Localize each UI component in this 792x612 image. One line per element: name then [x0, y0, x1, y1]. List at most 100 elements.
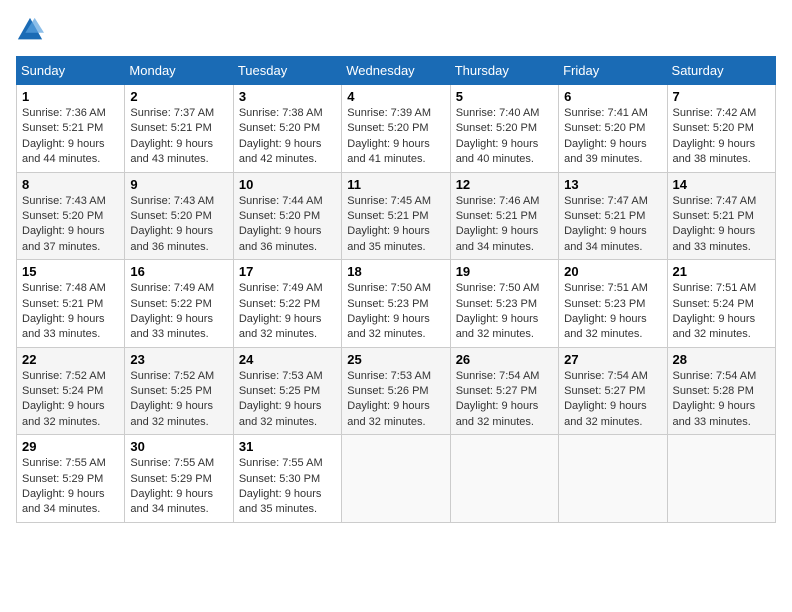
day-cell-26: 26 Sunrise: 7:54 AM Sunset: 5:27 PM Dayl… [450, 347, 558, 435]
day-number: 22 [22, 352, 119, 367]
calendar-week-4: 22 Sunrise: 7:52 AM Sunset: 5:24 PM Dayl… [17, 347, 776, 435]
day-cell-13: 13 Sunrise: 7:47 AM Sunset: 5:21 PM Dayl… [559, 172, 667, 260]
day-info: Sunrise: 7:49 AM Sunset: 5:22 PM Dayligh… [130, 281, 227, 343]
day-cell-9: 9 Sunrise: 7:43 AM Sunset: 5:20 PM Dayli… [125, 172, 233, 260]
day-cell-1: 1 Sunrise: 7:36 AM Sunset: 5:21 PM Dayli… [17, 85, 125, 173]
day-info: Sunrise: 7:46 AM Sunset: 5:21 PM Dayligh… [456, 194, 553, 256]
logo [16, 16, 46, 44]
day-cell-12: 12 Sunrise: 7:46 AM Sunset: 5:21 PM Dayl… [450, 172, 558, 260]
day-info: Sunrise: 7:49 AM Sunset: 5:22 PM Dayligh… [239, 281, 336, 343]
day-number: 28 [673, 352, 770, 367]
day-info: Sunrise: 7:41 AM Sunset: 5:20 PM Dayligh… [564, 106, 661, 168]
day-number: 25 [347, 352, 444, 367]
day-cell-24: 24 Sunrise: 7:53 AM Sunset: 5:25 PM Dayl… [233, 347, 341, 435]
day-cell-19: 19 Sunrise: 7:50 AM Sunset: 5:23 PM Dayl… [450, 260, 558, 348]
day-info: Sunrise: 7:42 AM Sunset: 5:20 PM Dayligh… [673, 106, 770, 168]
day-info: Sunrise: 7:44 AM Sunset: 5:20 PM Dayligh… [239, 194, 336, 256]
calendar-table: SundayMondayTuesdayWednesdayThursdayFrid… [16, 56, 776, 523]
day-number: 10 [239, 177, 336, 192]
calendar-week-2: 8 Sunrise: 7:43 AM Sunset: 5:20 PM Dayli… [17, 172, 776, 260]
day-number: 19 [456, 264, 553, 279]
day-info: Sunrise: 7:52 AM Sunset: 5:25 PM Dayligh… [130, 369, 227, 431]
day-number: 1 [22, 89, 119, 104]
day-cell-23: 23 Sunrise: 7:52 AM Sunset: 5:25 PM Dayl… [125, 347, 233, 435]
logo-icon [16, 16, 44, 44]
day-number: 14 [673, 177, 770, 192]
day-number: 15 [22, 264, 119, 279]
day-info: Sunrise: 7:38 AM Sunset: 5:20 PM Dayligh… [239, 106, 336, 168]
day-info: Sunrise: 7:51 AM Sunset: 5:24 PM Dayligh… [673, 281, 770, 343]
day-number: 30 [130, 439, 227, 454]
day-number: 29 [22, 439, 119, 454]
calendar-body: 1 Sunrise: 7:36 AM Sunset: 5:21 PM Dayli… [17, 85, 776, 523]
day-cell-31: 31 Sunrise: 7:55 AM Sunset: 5:30 PM Dayl… [233, 435, 341, 523]
day-info: Sunrise: 7:54 AM Sunset: 5:27 PM Dayligh… [564, 369, 661, 431]
day-info: Sunrise: 7:37 AM Sunset: 5:21 PM Dayligh… [130, 106, 227, 168]
day-number: 12 [456, 177, 553, 192]
day-number: 20 [564, 264, 661, 279]
day-number: 4 [347, 89, 444, 104]
day-cell-15: 15 Sunrise: 7:48 AM Sunset: 5:21 PM Dayl… [17, 260, 125, 348]
day-cell-10: 10 Sunrise: 7:44 AM Sunset: 5:20 PM Dayl… [233, 172, 341, 260]
day-header-monday: Monday [125, 57, 233, 85]
calendar-week-5: 29 Sunrise: 7:55 AM Sunset: 5:29 PM Dayl… [17, 435, 776, 523]
day-cell-11: 11 Sunrise: 7:45 AM Sunset: 5:21 PM Dayl… [342, 172, 450, 260]
day-number: 6 [564, 89, 661, 104]
day-info: Sunrise: 7:47 AM Sunset: 5:21 PM Dayligh… [564, 194, 661, 256]
day-info: Sunrise: 7:45 AM Sunset: 5:21 PM Dayligh… [347, 194, 444, 256]
day-number: 11 [347, 177, 444, 192]
day-info: Sunrise: 7:40 AM Sunset: 5:20 PM Dayligh… [456, 106, 553, 168]
day-number: 31 [239, 439, 336, 454]
day-number: 9 [130, 177, 227, 192]
day-cell-29: 29 Sunrise: 7:55 AM Sunset: 5:29 PM Dayl… [17, 435, 125, 523]
day-cell-3: 3 Sunrise: 7:38 AM Sunset: 5:20 PM Dayli… [233, 85, 341, 173]
day-header-friday: Friday [559, 57, 667, 85]
day-info: Sunrise: 7:43 AM Sunset: 5:20 PM Dayligh… [22, 194, 119, 256]
day-header-sunday: Sunday [17, 57, 125, 85]
day-info: Sunrise: 7:47 AM Sunset: 5:21 PM Dayligh… [673, 194, 770, 256]
day-header-wednesday: Wednesday [342, 57, 450, 85]
calendar-week-1: 1 Sunrise: 7:36 AM Sunset: 5:21 PM Dayli… [17, 85, 776, 173]
empty-cell [450, 435, 558, 523]
day-cell-18: 18 Sunrise: 7:50 AM Sunset: 5:23 PM Dayl… [342, 260, 450, 348]
day-header-saturday: Saturday [667, 57, 775, 85]
day-cell-20: 20 Sunrise: 7:51 AM Sunset: 5:23 PM Dayl… [559, 260, 667, 348]
day-cell-8: 8 Sunrise: 7:43 AM Sunset: 5:20 PM Dayli… [17, 172, 125, 260]
day-cell-27: 27 Sunrise: 7:54 AM Sunset: 5:27 PM Dayl… [559, 347, 667, 435]
day-header-thursday: Thursday [450, 57, 558, 85]
day-number: 2 [130, 89, 227, 104]
day-cell-25: 25 Sunrise: 7:53 AM Sunset: 5:26 PM Dayl… [342, 347, 450, 435]
day-number: 13 [564, 177, 661, 192]
day-number: 3 [239, 89, 336, 104]
day-number: 8 [22, 177, 119, 192]
day-number: 18 [347, 264, 444, 279]
empty-cell [667, 435, 775, 523]
day-cell-2: 2 Sunrise: 7:37 AM Sunset: 5:21 PM Dayli… [125, 85, 233, 173]
day-info: Sunrise: 7:50 AM Sunset: 5:23 PM Dayligh… [347, 281, 444, 343]
calendar-week-3: 15 Sunrise: 7:48 AM Sunset: 5:21 PM Dayl… [17, 260, 776, 348]
day-header-tuesday: Tuesday [233, 57, 341, 85]
page-header [16, 16, 776, 44]
day-info: Sunrise: 7:36 AM Sunset: 5:21 PM Dayligh… [22, 106, 119, 168]
day-cell-4: 4 Sunrise: 7:39 AM Sunset: 5:20 PM Dayli… [342, 85, 450, 173]
day-info: Sunrise: 7:50 AM Sunset: 5:23 PM Dayligh… [456, 281, 553, 343]
day-info: Sunrise: 7:55 AM Sunset: 5:29 PM Dayligh… [22, 456, 119, 518]
day-cell-28: 28 Sunrise: 7:54 AM Sunset: 5:28 PM Dayl… [667, 347, 775, 435]
day-cell-21: 21 Sunrise: 7:51 AM Sunset: 5:24 PM Dayl… [667, 260, 775, 348]
day-cell-22: 22 Sunrise: 7:52 AM Sunset: 5:24 PM Dayl… [17, 347, 125, 435]
day-cell-17: 17 Sunrise: 7:49 AM Sunset: 5:22 PM Dayl… [233, 260, 341, 348]
day-cell-5: 5 Sunrise: 7:40 AM Sunset: 5:20 PM Dayli… [450, 85, 558, 173]
day-info: Sunrise: 7:54 AM Sunset: 5:28 PM Dayligh… [673, 369, 770, 431]
empty-cell [342, 435, 450, 523]
day-number: 23 [130, 352, 227, 367]
day-number: 27 [564, 352, 661, 367]
day-number: 16 [130, 264, 227, 279]
day-cell-7: 7 Sunrise: 7:42 AM Sunset: 5:20 PM Dayli… [667, 85, 775, 173]
day-number: 7 [673, 89, 770, 104]
day-cell-6: 6 Sunrise: 7:41 AM Sunset: 5:20 PM Dayli… [559, 85, 667, 173]
day-info: Sunrise: 7:54 AM Sunset: 5:27 PM Dayligh… [456, 369, 553, 431]
day-number: 5 [456, 89, 553, 104]
day-number: 24 [239, 352, 336, 367]
day-info: Sunrise: 7:52 AM Sunset: 5:24 PM Dayligh… [22, 369, 119, 431]
day-cell-16: 16 Sunrise: 7:49 AM Sunset: 5:22 PM Dayl… [125, 260, 233, 348]
